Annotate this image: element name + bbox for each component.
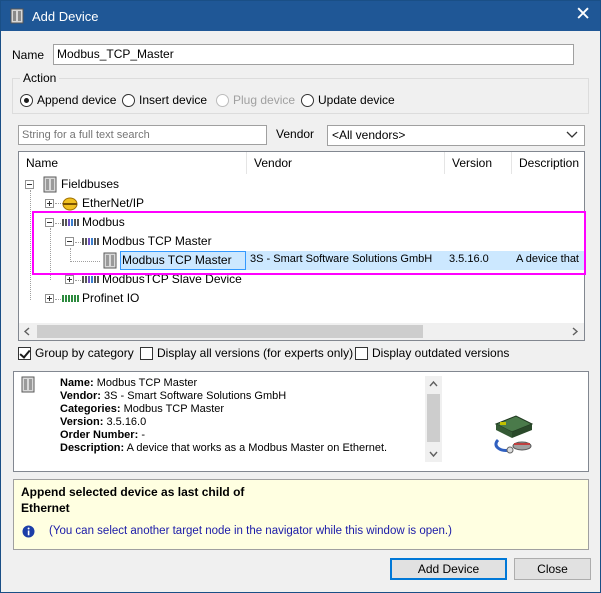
append-device-radio[interactable] — [20, 94, 33, 107]
search-input[interactable] — [18, 125, 267, 145]
column-header-name[interactable]: Name — [19, 152, 246, 174]
hint-title-line1: Append selected device as last child of — [21, 485, 245, 499]
group-by-category-label[interactable]: Group by category — [35, 346, 134, 360]
vendor-select-value: <All vendors> — [332, 128, 406, 142]
ethernet-ip-icon — [62, 197, 78, 211]
detail-categories: Categories: Modbus TCP Master — [60, 403, 225, 415]
profinet-icon — [62, 295, 79, 302]
chevron-down-icon — [566, 131, 578, 138]
column-header-description[interactable]: Description — [512, 152, 584, 174]
plug-device-label: Plug device — [233, 93, 296, 107]
scroll-down-icon[interactable] — [429, 450, 438, 458]
tree-item-profinet-io[interactable]: Profinet IO — [45, 289, 245, 308]
detail-order-number: Order Number: - — [60, 429, 145, 441]
plug-device-radio — [216, 94, 229, 107]
scroll-right-icon[interactable] — [571, 327, 579, 336]
expand-icon[interactable] — [45, 199, 54, 208]
column-header-version[interactable]: Version — [445, 152, 511, 174]
device-icon — [21, 376, 35, 393]
update-device-radio[interactable] — [301, 94, 314, 107]
display-all-versions-checkbox[interactable] — [140, 347, 153, 360]
tree-item-fieldbuses[interactable]: Fieldbuses — [25, 175, 245, 194]
details-scrollbar[interactable] — [425, 376, 442, 462]
group-by-category-checkbox[interactable] — [18, 347, 31, 360]
info-icon — [22, 525, 35, 538]
scrollbar-thumb[interactable] — [37, 325, 423, 338]
insert-device-radio[interactable] — [122, 94, 135, 107]
detail-vendor: Vendor: 3S - Smart Software Solutions Gm… — [60, 390, 287, 402]
hint-panel: Append selected device as last child of … — [13, 479, 589, 550]
window-title: Add Device — [32, 9, 99, 24]
collapse-icon[interactable] — [25, 180, 34, 189]
detail-version: Version: 3.5.16.0 — [60, 416, 147, 428]
fieldbus-icon — [43, 176, 57, 193]
device-details-panel: Name: Modbus TCP Master Vendor: 3S - Sma… — [13, 371, 589, 472]
name-input[interactable]: Modbus_TCP_Master — [53, 44, 574, 65]
close-button[interactable]: Close — [514, 558, 591, 580]
highlight-frame — [32, 211, 586, 275]
action-group-label: Action — [20, 71, 60, 85]
display-outdated-label[interactable]: Display outdated versions — [372, 346, 509, 360]
display-all-versions-label[interactable]: Display all versions (for experts only) — [157, 346, 353, 360]
title-bar[interactable]: Add Device ✕ — [1, 1, 600, 31]
close-icon[interactable]: ✕ — [575, 4, 591, 26]
name-input-value: Modbus_TCP_Master — [57, 47, 174, 61]
device-icon — [10, 8, 24, 24]
hint-info-text: (You can select another target node in t… — [49, 525, 452, 537]
device-image-icon — [494, 415, 534, 454]
expand-icon[interactable] — [45, 294, 54, 303]
horizontal-scrollbar[interactable] — [19, 323, 584, 340]
detail-description: Description: A device that works as a Mo… — [60, 442, 388, 454]
vendor-label: Vendor — [276, 127, 315, 141]
modbus-icon — [82, 276, 99, 283]
update-device-label[interactable]: Update device — [318, 93, 395, 107]
expand-icon[interactable] — [65, 275, 74, 284]
append-device-label[interactable]: Append device — [37, 93, 116, 107]
vendor-select[interactable]: <All vendors> — [327, 125, 585, 146]
tree-item-label: Profinet IO — [82, 291, 140, 305]
scrollbar-thumb[interactable] — [427, 394, 440, 442]
scroll-up-icon[interactable] — [429, 380, 438, 388]
add-device-button[interactable]: Add Device — [390, 558, 507, 580]
detail-name: Name: Modbus TCP Master — [60, 377, 198, 389]
display-outdated-checkbox[interactable] — [355, 347, 368, 360]
tree-item-label: Fieldbuses — [61, 177, 120, 191]
insert-device-label[interactable]: Insert device — [139, 93, 207, 107]
hint-title-line2: Ethernet — [21, 501, 70, 515]
scroll-left-icon[interactable] — [23, 327, 31, 336]
column-header-vendor[interactable]: Vendor — [247, 152, 444, 174]
name-label: Name — [12, 48, 45, 62]
add-device-dialog: Add Device ✕ Name Modbus_TCP_Master Acti… — [0, 0, 601, 593]
